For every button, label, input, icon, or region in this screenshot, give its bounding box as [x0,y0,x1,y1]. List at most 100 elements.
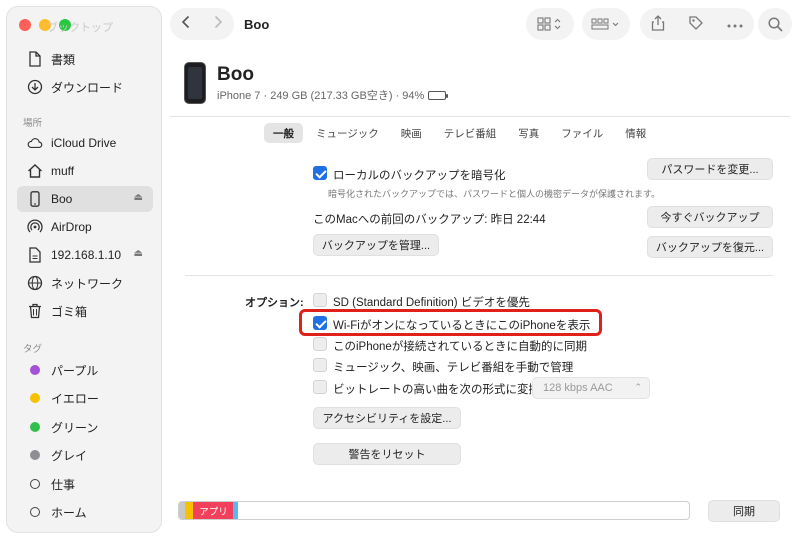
tag-ring-icon [30,479,40,489]
sync-button[interactable]: 同期 [708,500,780,522]
view-mode-button[interactable] [526,8,574,40]
eject-icon[interactable]: ⏏ [134,248,143,259]
globe-icon [27,275,43,291]
storage-segment [233,502,239,519]
sidebar-item-label: ネットワーク [51,276,124,291]
tag-color-dot [30,450,40,460]
sidebar-tag-yellow[interactable]: イエロー [17,385,153,411]
tag-color-dot [30,422,40,432]
sidebar-item-server[interactable]: 192.168.1.10 ⏏ [17,242,153,268]
tab-files[interactable]: ファイル [552,123,612,143]
sidebar-item-label: ゴミ箱 [51,304,88,319]
server-icon [27,247,43,263]
iphone-icon [27,191,43,207]
share-icon [652,14,665,31]
chevron-right-icon [214,15,223,28]
header-divider [170,116,790,117]
sidebar: ブックトップ 書類 ダウンロード 場所 iCloud Drive muff Bo… [6,6,162,533]
sidebar-item-label: 192.168.1.10 [51,248,122,262]
tab-photos[interactable]: 写真 [509,123,548,143]
close-window-button[interactable] [19,19,31,31]
forward-button[interactable] [213,15,223,34]
bitrate-select-value: 128 kbps AAC [543,382,613,394]
tag-ring-icon [30,507,40,517]
sidebar-item-label: ホーム [51,505,87,520]
convert-bitrate-label: ビットレートの高い曲を次の形式に変換: [333,384,544,396]
sidebar-item-label: AirDrop [51,220,92,234]
manual-manage-checkbox[interactable] [313,358,327,372]
sidebar-item-label: 書類 [51,52,76,67]
grid-view-icon [537,17,561,31]
sidebar-item-label: イエロー [51,391,99,406]
tab-general[interactable]: 一般 [264,123,303,143]
window-title: Boo [244,17,270,32]
section-divider [185,275,773,276]
convert-bitrate-checkbox[interactable] [313,380,327,394]
sidebar-item-icloud-drive[interactable]: iCloud Drive [17,130,153,156]
sidebar-tag-home[interactable]: ホーム [17,499,153,525]
options-label: オプション: [245,297,304,309]
tab-tv-shows[interactable]: テレビ番組 [435,123,506,143]
sidebar-item-label: Boo [51,192,73,206]
sidebar-tag-gray[interactable]: グレイ [17,442,153,468]
sidebar-item-network[interactable]: ネットワーク [17,270,153,296]
sidebar-tag-work[interactable]: 仕事 [17,471,153,497]
home-icon [27,163,43,179]
tab-music[interactable]: ミュージック [307,123,388,143]
more-button[interactable] [727,17,743,31]
sidebar-item-airdrop[interactable]: AirDrop [17,214,153,240]
change-password-button[interactable]: パスワードを変更... [647,158,773,180]
cloud-icon [27,135,43,151]
sidebar-item-label: グリーン [51,420,99,435]
sidebar-item-documents[interactable]: 書類 [17,46,153,72]
sidebar-item-label: パープル [51,363,99,378]
restore-backup-button[interactable]: バックアップを復元... [647,236,773,258]
sidebar-tag-green[interactable]: グリーン [17,414,153,440]
auto-sync-checkbox[interactable] [313,337,327,351]
sidebar-item-muff[interactable]: muff [17,158,153,184]
sidebar-section-tags: タグ [23,344,43,355]
finder-window: ブックトップ 書類 ダウンロード 場所 iCloud Drive muff Bo… [0,0,800,539]
backup-now-button[interactable]: 今すぐバックアップ [647,206,773,228]
prefer-sd-video-checkbox[interactable] [313,293,327,307]
accessibility-settings-button[interactable]: アクセシビリティを設定... [313,407,461,429]
tab-info[interactable]: 情報 [616,123,655,143]
airdrop-icon [27,219,43,235]
storage-segment [185,502,194,519]
search-button[interactable] [758,8,792,40]
tab-movies[interactable]: 映画 [392,123,431,143]
auto-sync-label: このiPhoneが接続されているときに自動的に同期 [333,341,587,353]
last-backup-text: このMacへの前回のバックアップ: 昨日 22:44 [313,214,546,226]
device-name: Boo [217,64,254,85]
reset-warnings-button[interactable]: 警告をリセット [313,443,461,465]
sidebar-item-label: グレイ [51,448,88,463]
ellipsis-icon [727,24,743,28]
sidebar-tag-purple[interactable]: パープル [17,357,153,383]
sidebar-item-trash[interactable]: ゴミ箱 [17,298,153,324]
chevron-left-icon [181,15,190,28]
document-icon [27,51,43,67]
device-tabs: 一般 ミュージック 映画 テレビ番組 写真 ファイル 情報 [264,123,659,143]
eject-icon[interactable]: ⏏ [134,192,143,203]
storage-segment-apps: アプリ [193,502,234,519]
action-buttons-group [640,8,754,40]
sidebar-item-label: ダウンロード [51,80,124,95]
chevron-updown-icon: ⌃ [634,382,642,392]
search-icon [767,16,783,32]
back-button[interactable] [181,15,191,34]
group-by-button[interactable] [582,8,630,40]
manual-manage-label: ミュージック、映画、テレビ番組を手動で管理 [333,362,574,374]
device-info-text: iPhone 7 · 249 GB (217.33 GB空き) · 94% [217,90,425,102]
share-button[interactable] [651,14,665,34]
iphone-device-image [184,62,206,104]
bitrate-select[interactable]: 128 kbps AAC ⌃ [532,377,650,399]
tag-color-dot [30,393,40,403]
tag-button[interactable] [688,15,704,34]
sidebar-item-boo[interactable]: Boo ⏏ [17,186,153,212]
sidebar-item-downloads[interactable]: ダウンロード [17,74,153,100]
encrypt-backup-note: 暗号化されたバックアップでは、パスワードと個人の機密データが保護されます。 [328,189,661,199]
manage-backups-button[interactable]: バックアップを管理... [313,234,439,256]
encrypt-backup-label: ローカルのバックアップを暗号化 [333,170,506,182]
encrypt-backup-checkbox[interactable] [313,166,327,180]
download-icon [27,79,43,95]
